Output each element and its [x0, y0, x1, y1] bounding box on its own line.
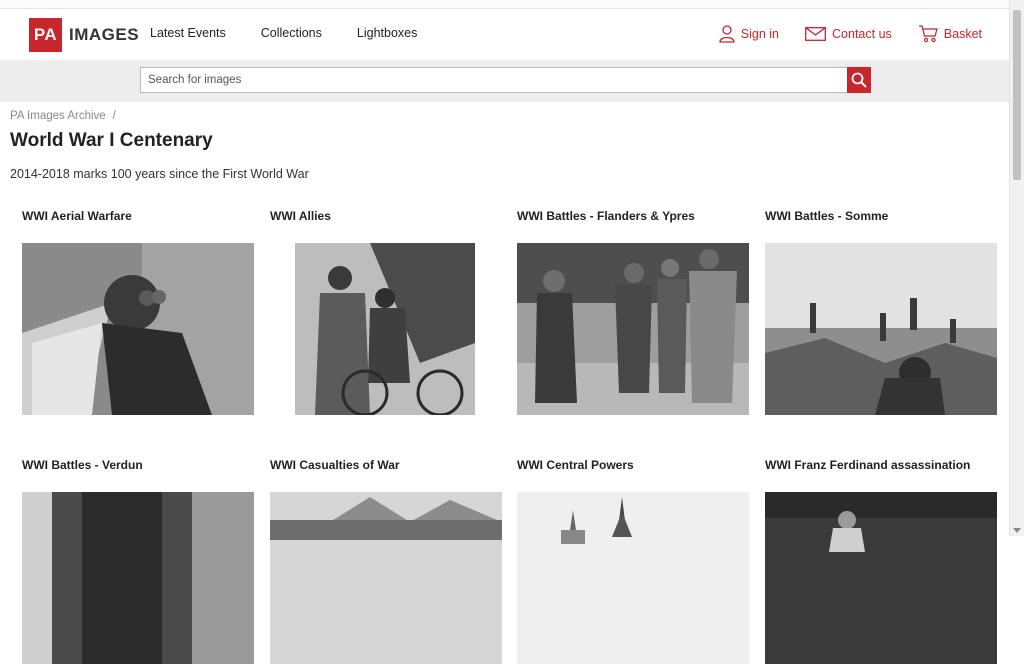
collection-title[interactable]: WWI Aerial Warfare: [22, 209, 254, 227]
collection-card[interactable]: WWI Allies: [270, 209, 502, 415]
browser-top-strip: [0, 0, 1010, 9]
collection-title[interactable]: WWI Battles - Flanders & Ypres: [517, 209, 749, 227]
collection-title[interactable]: WWI Battles - Verdun: [22, 458, 254, 476]
logo-mark: PA: [29, 18, 62, 52]
nav-lightboxes[interactable]: Lightboxes: [357, 26, 417, 40]
basket-link[interactable]: Basket: [918, 25, 982, 43]
collection-card[interactable]: WWI Aerial Warfare: [22, 209, 254, 415]
collection-card[interactable]: WWI Battles - Somme: [765, 209, 997, 415]
basket-label: Basket: [943, 27, 982, 41]
collection-thumbnail[interactable]: [765, 243, 997, 415]
header-links: Sign in Contact us Basket: [693, 25, 982, 43]
nav-latest-events[interactable]: Latest Events: [150, 26, 226, 40]
collection-thumbnail[interactable]: [517, 492, 749, 664]
page-subtitle: 2014-2018 marks 100 years since the Firs…: [10, 167, 309, 181]
collection-thumbnail[interactable]: [517, 243, 749, 415]
collection-card[interactable]: WWI Casualties of War: [270, 458, 502, 664]
contact-us-label: Contact us: [832, 27, 892, 41]
collection-title[interactable]: WWI Casualties of War: [270, 458, 502, 476]
collection-thumbnail[interactable]: [22, 243, 254, 415]
collection-title[interactable]: WWI Battles - Somme: [765, 209, 997, 227]
contact-us-link[interactable]: Contact us: [805, 25, 892, 43]
collection-card[interactable]: WWI Central Powers: [517, 458, 749, 664]
logo-wordmark: IMAGES: [69, 25, 140, 44]
scroll-down-icon[interactable]: [1013, 528, 1021, 533]
sign-in-label: Sign in: [740, 27, 780, 41]
collection-title[interactable]: WWI Central Powers: [517, 458, 749, 476]
search-button[interactable]: [847, 67, 871, 93]
sign-in-link[interactable]: Sign in: [719, 25, 779, 43]
cart-icon: [918, 25, 938, 43]
collection-title[interactable]: WWI Allies: [270, 209, 502, 227]
breadcrumb-root[interactable]: PA Images Archive: [10, 110, 106, 122]
user-icon: [719, 25, 735, 43]
nav-collections[interactable]: Collections: [261, 26, 322, 40]
search-icon: [851, 72, 867, 88]
envelope-icon: [805, 27, 826, 41]
page-scrollbar[interactable]: [1009, 0, 1024, 536]
search-band: [0, 60, 1010, 102]
collection-card[interactable]: WWI Franz Ferdinand assassination: [765, 458, 997, 664]
pa-images-logo[interactable]: PA IMAGES: [29, 18, 139, 52]
main-nav: Latest Events Collections Lightboxes: [150, 26, 452, 40]
collection-thumbnail[interactable]: [270, 243, 502, 415]
collection-card[interactable]: WWI Battles - Verdun: [22, 458, 254, 664]
scrollbar-thumb[interactable]: [1013, 10, 1021, 180]
collection-card[interactable]: WWI Battles - Flanders & Ypres: [517, 209, 749, 415]
collection-thumbnail[interactable]: [22, 492, 254, 664]
breadcrumb-separator: /: [112, 110, 116, 122]
page-title: World War I Centenary: [10, 130, 213, 151]
collection-thumbnail[interactable]: [765, 492, 997, 664]
collection-title[interactable]: WWI Franz Ferdinand assassination: [765, 458, 997, 476]
collection-thumbnail[interactable]: [270, 492, 502, 664]
search-input[interactable]: [140, 67, 849, 93]
site-header: PA IMAGES Latest Events Collections Ligh…: [0, 9, 1010, 60]
breadcrumb: PA Images Archive /: [10, 110, 116, 122]
